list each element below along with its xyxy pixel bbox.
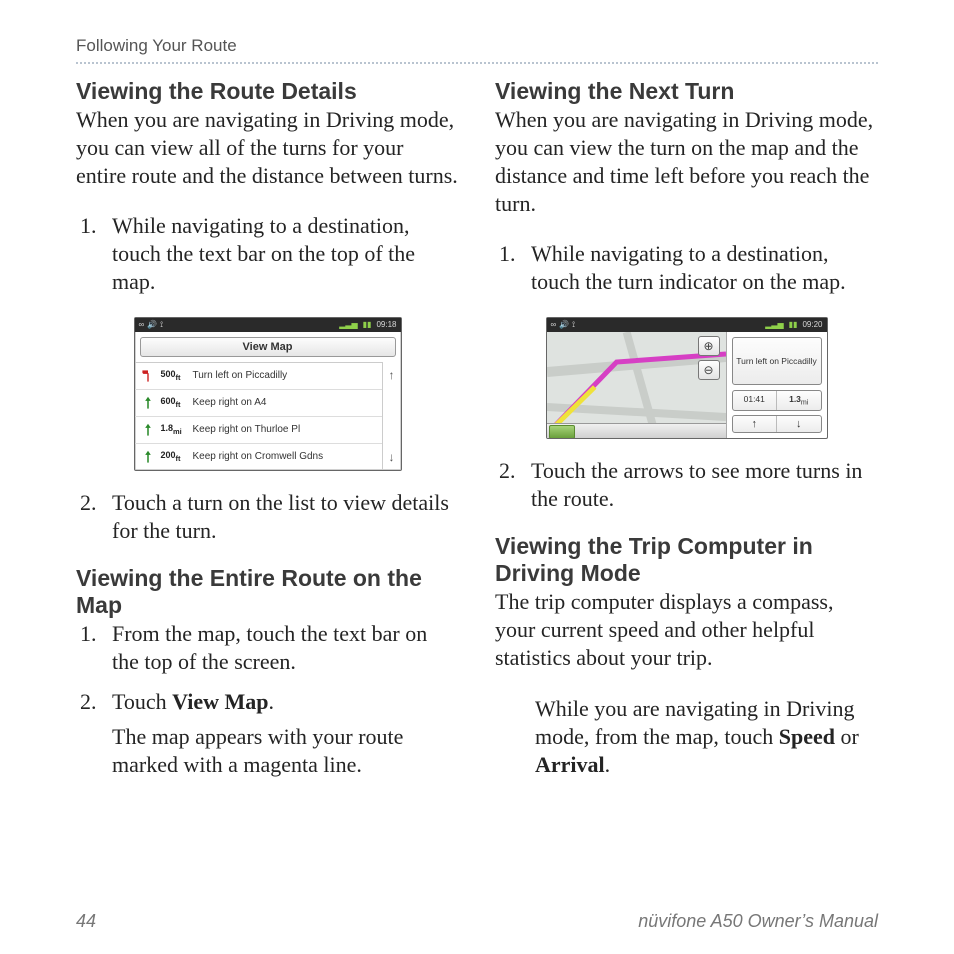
manual-page: Following Your Route Viewing the Route D… bbox=[0, 0, 954, 954]
manual-title: nüvifone A50 Owner’s Manual bbox=[638, 911, 878, 932]
carrier-icon: ∞ bbox=[551, 320, 557, 329]
turn-distance: 500 bbox=[161, 369, 176, 379]
back-button[interactable] bbox=[549, 425, 575, 438]
turn-arrows: ↑ ↓ bbox=[732, 415, 822, 433]
turn-text: Keep right on A4 bbox=[193, 397, 267, 408]
zoom-out-button[interactable]: ⊖ bbox=[698, 360, 720, 380]
gps-icon: ⟟ bbox=[572, 320, 575, 330]
view-map-button[interactable]: View Map bbox=[140, 337, 396, 357]
trip-computer-instruction: While you are navigating in Driving mode… bbox=[535, 695, 878, 779]
keep-right-icon bbox=[141, 450, 155, 464]
turn-distance: 1.8 bbox=[161, 423, 174, 433]
status-time: 09:18 bbox=[376, 320, 396, 329]
steps-route-details: While navigating to a destination, touch… bbox=[76, 212, 459, 296]
status-time: 09:20 bbox=[802, 320, 822, 329]
turn-distance-unit: mi bbox=[173, 427, 182, 436]
left-turn-icon bbox=[141, 369, 155, 383]
right-column: Viewing the Next Turn When you are navig… bbox=[495, 78, 878, 799]
step-touch-textbar-top: From the map, touch the text bar on the … bbox=[102, 620, 459, 676]
turn-distance: 1.3mi bbox=[777, 391, 821, 410]
list-item[interactable]: 500ft Turn left on Piccadilly bbox=[135, 363, 382, 390]
page-number: 44 bbox=[76, 911, 96, 932]
list-item[interactable]: 1.8mi Keep right on Thurloe Pl bbox=[135, 417, 382, 444]
turn-side-panel: Turn left on Piccadilly 01:41 1.3mi ↑ ↓ bbox=[726, 332, 827, 438]
next-turn-arrow[interactable]: ↓ bbox=[777, 416, 821, 432]
step-touch-turn: Touch a turn on the list to view details… bbox=[102, 489, 459, 545]
device-screenshot-turnlist: ∞ 🔊 ⟟ ▂▃▅ ▮▮ 09:18 View Map bbox=[134, 317, 402, 471]
scroll-up-icon[interactable]: ↑ bbox=[389, 368, 395, 382]
instr-tail: . bbox=[605, 752, 611, 777]
arrival-label: Arrival bbox=[535, 752, 605, 777]
speaker-icon: 🔊 bbox=[559, 320, 569, 329]
paragraph-trip-computer: The trip computer displays a compass, yo… bbox=[495, 588, 878, 672]
zoom-controls: ⊕ ⊖ bbox=[698, 336, 720, 380]
map-bottom-bar bbox=[547, 423, 726, 438]
turn-time: 01:41 bbox=[733, 391, 778, 410]
signal-icon: ▂▃▅ bbox=[765, 320, 783, 329]
paragraph-next-turn-intro: When you are navigating in Driving mode,… bbox=[495, 106, 878, 219]
device-screenshot-nextturn: ∞ 🔊 ⟟ ▂▃▅ ▮▮ 09:20 bbox=[546, 317, 828, 439]
running-head: Following Your Route bbox=[76, 36, 878, 64]
turn-list: 500ft Turn left on Piccadilly 600ft Keep… bbox=[135, 362, 382, 470]
keep-right-icon bbox=[141, 423, 155, 437]
step-tail: . bbox=[269, 689, 275, 714]
step-touch-viewmap: Touch View Map. The map appears with you… bbox=[102, 688, 459, 778]
carrier-icon: ∞ bbox=[139, 320, 145, 329]
status-bar: ∞ 🔊 ⟟ ▂▃▅ ▮▮ 09:20 bbox=[547, 318, 827, 332]
prev-turn-arrow[interactable]: ↑ bbox=[733, 416, 778, 432]
instr-mid: or bbox=[835, 724, 859, 749]
turn-text: Turn left on Piccadilly bbox=[193, 370, 288, 381]
step-touch-text-bar: While navigating to a destination, touch… bbox=[102, 212, 459, 296]
page-footer: 44 nüvifone A50 Owner’s Manual bbox=[76, 911, 878, 932]
turn-distance: 200 bbox=[161, 450, 176, 460]
heading-route-details: Viewing the Route Details bbox=[76, 78, 459, 106]
steps-entire-route: From the map, touch the text bar on the … bbox=[76, 620, 459, 779]
list-item[interactable]: 600ft Keep right on A4 bbox=[135, 390, 382, 417]
figure-turn-list: ∞ 🔊 ⟟ ▂▃▅ ▮▮ 09:18 View Map bbox=[76, 317, 459, 471]
turn-distance: 600 bbox=[161, 396, 176, 406]
speaker-icon: 🔊 bbox=[147, 320, 157, 329]
keep-right-icon bbox=[141, 396, 155, 410]
scroll-down-icon[interactable]: ↓ bbox=[389, 450, 395, 464]
battery-icon: ▮▮ bbox=[789, 320, 798, 329]
turn-text: Keep right on Thurloe Pl bbox=[193, 424, 301, 435]
steps-next-turn: While navigating to a destination, touch… bbox=[495, 240, 878, 296]
turn-distance-unit: ft bbox=[176, 373, 181, 382]
steps-next-turn-cont: Touch the arrows to see more turns in th… bbox=[495, 457, 878, 513]
gps-icon: ⟟ bbox=[160, 320, 163, 330]
step-touch-arrows: Touch the arrows to see more turns in th… bbox=[521, 457, 878, 513]
signal-icon: ▂▃▅ bbox=[339, 320, 357, 329]
heading-trip-computer: Viewing the Trip Computer in Driving Mod… bbox=[495, 533, 878, 588]
speed-label: Speed bbox=[779, 724, 835, 749]
step-lead: Touch bbox=[112, 689, 172, 714]
next-turn-card[interactable]: Turn left on Piccadilly bbox=[732, 337, 822, 385]
map-area[interactable]: ⊕ ⊖ bbox=[547, 332, 726, 438]
turn-distance-unit: ft bbox=[176, 454, 181, 463]
left-column: Viewing the Route Details When you are n… bbox=[76, 78, 459, 799]
status-bar: ∞ 🔊 ⟟ ▂▃▅ ▮▮ 09:18 bbox=[135, 318, 401, 332]
list-item[interactable]: 200ft Keep right on Cromwell Gdns bbox=[135, 444, 382, 470]
paragraph-route-details-intro: When you are navigating in Driving mode,… bbox=[76, 106, 459, 190]
step-touch-turn-indicator: While navigating to a destination, touch… bbox=[521, 240, 878, 296]
battery-icon: ▮▮ bbox=[363, 320, 372, 329]
steps-route-details-cont: Touch a turn on the list to view details… bbox=[76, 489, 459, 545]
turn-text: Keep right on Cromwell Gdns bbox=[193, 451, 324, 462]
zoom-in-button[interactable]: ⊕ bbox=[698, 336, 720, 356]
scroll-column: ↑ ↓ bbox=[382, 362, 401, 470]
heading-entire-route: Viewing the Entire Route on the Map bbox=[76, 565, 459, 620]
heading-next-turn: Viewing the Next Turn bbox=[495, 78, 878, 106]
two-column-layout: Viewing the Route Details When you are n… bbox=[76, 78, 878, 799]
figure-next-turn: ∞ 🔊 ⟟ ▂▃▅ ▮▮ 09:20 bbox=[495, 317, 878, 439]
turn-distance-unit: ft bbox=[176, 400, 181, 409]
step-result-text: The map appears with your route marked w… bbox=[112, 723, 459, 779]
turn-stats[interactable]: 01:41 1.3mi bbox=[732, 390, 822, 411]
view-map-label: View Map bbox=[172, 689, 268, 714]
